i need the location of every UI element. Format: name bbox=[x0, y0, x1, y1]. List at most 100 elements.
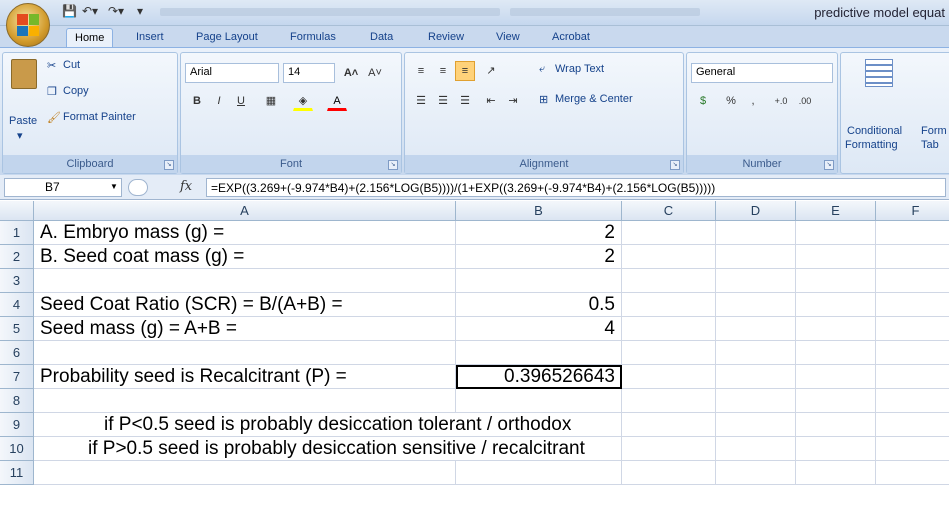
cell-empty[interactable] bbox=[876, 365, 949, 389]
cell-b[interactable]: 0.5 bbox=[456, 293, 622, 317]
cell-empty[interactable] bbox=[876, 461, 949, 485]
cell-empty[interactable] bbox=[622, 461, 716, 485]
shrink-font-icon[interactable]: A˅ bbox=[365, 63, 385, 83]
number-launcher-icon[interactable]: ↘ bbox=[824, 160, 834, 170]
row-header[interactable]: 6 bbox=[0, 341, 34, 365]
paste-button[interactable]: Paste bbox=[9, 115, 37, 127]
cell-empty[interactable] bbox=[716, 413, 796, 437]
cell-a[interactable]: B. Seed coat mass (g) = bbox=[34, 245, 456, 269]
cell-a[interactable] bbox=[34, 389, 456, 413]
row-header[interactable]: 8 bbox=[0, 389, 34, 413]
cell-empty[interactable] bbox=[622, 269, 716, 293]
tab-page-layout[interactable]: Page Layout bbox=[188, 28, 266, 48]
increase-decimal-icon[interactable]: +.0 bbox=[771, 91, 791, 111]
undo-icon[interactable]: ↶▾ bbox=[82, 4, 98, 18]
align-top-icon[interactable]: ≡ bbox=[411, 61, 431, 81]
cell-empty[interactable] bbox=[622, 413, 716, 437]
align-middle-icon[interactable]: ≡ bbox=[433, 61, 453, 81]
cell-b[interactable] bbox=[456, 341, 622, 365]
cell-empty[interactable] bbox=[716, 461, 796, 485]
save-icon[interactable]: 💾 bbox=[62, 4, 77, 18]
cell-empty[interactable] bbox=[622, 365, 716, 389]
format-as-table-button[interactable]: Form bbox=[921, 125, 947, 137]
italic-button[interactable]: I bbox=[209, 91, 229, 111]
office-button[interactable] bbox=[6, 3, 50, 47]
cell-empty[interactable] bbox=[796, 293, 876, 317]
cell-empty[interactable] bbox=[876, 269, 949, 293]
cell-empty[interactable] bbox=[622, 245, 716, 269]
redo-icon[interactable]: ↷▾ bbox=[108, 4, 124, 18]
row-header[interactable]: 10 bbox=[0, 437, 34, 461]
copy-button[interactable]: Copy bbox=[63, 85, 89, 97]
cell-b[interactable]: 4 bbox=[456, 317, 622, 341]
col-header-c[interactable]: C bbox=[622, 201, 716, 221]
increase-indent-icon[interactable]: ⇥ bbox=[503, 91, 523, 111]
tab-view[interactable]: View bbox=[488, 28, 528, 48]
row-header[interactable]: 2 bbox=[0, 245, 34, 269]
tab-home[interactable]: Home bbox=[66, 28, 114, 48]
tab-acrobat[interactable]: Acrobat bbox=[544, 28, 598, 48]
cell-empty[interactable] bbox=[876, 341, 949, 365]
row-header[interactable]: 5 bbox=[0, 317, 34, 341]
cell-empty[interactable] bbox=[796, 245, 876, 269]
percent-button[interactable]: % bbox=[721, 91, 741, 111]
cell-b[interactable] bbox=[456, 461, 622, 485]
currency-icon[interactable]: $ bbox=[693, 91, 713, 111]
cell-b[interactable] bbox=[456, 269, 622, 293]
tab-formulas[interactable]: Formulas bbox=[282, 28, 344, 48]
formula-bar-expand-icon[interactable] bbox=[128, 179, 148, 196]
cell-a[interactable]: A. Embryo mass (g) = bbox=[34, 221, 456, 245]
row-header[interactable]: 4 bbox=[0, 293, 34, 317]
format-as-table-button-2[interactable]: Tab bbox=[921, 139, 939, 151]
cut-button[interactable]: Cut bbox=[63, 59, 80, 71]
cell-empty[interactable] bbox=[796, 413, 876, 437]
select-all-corner[interactable] bbox=[0, 201, 34, 221]
cell-b[interactable]: 2 bbox=[456, 245, 622, 269]
comma-button[interactable]: , bbox=[743, 91, 763, 111]
cell-a[interactable] bbox=[34, 341, 456, 365]
cell-empty[interactable] bbox=[796, 317, 876, 341]
col-header-f[interactable]: F bbox=[876, 201, 949, 221]
col-header-a[interactable]: A bbox=[34, 201, 456, 221]
col-header-d[interactable]: D bbox=[716, 201, 796, 221]
wrap-text-button[interactable]: Wrap Text bbox=[555, 63, 604, 75]
cell-b7-selected[interactable]: 0.396526643 bbox=[456, 365, 622, 389]
font-color-icon[interactable]: A bbox=[327, 91, 347, 111]
cell-empty[interactable] bbox=[622, 221, 716, 245]
cell-empty[interactable] bbox=[716, 221, 796, 245]
formula-input[interactable]: =EXP((3.269+(-9.974*B4)+(2.156*LOG(B5)))… bbox=[206, 178, 946, 197]
row-header[interactable]: 1 bbox=[0, 221, 34, 245]
cell-empty[interactable] bbox=[876, 389, 949, 413]
cell-empty[interactable] bbox=[876, 317, 949, 341]
font-size-select[interactable]: 14 bbox=[283, 63, 335, 83]
insert-function-icon[interactable]: fx bbox=[180, 179, 192, 194]
paste-dropdown-icon[interactable]: ▾ bbox=[17, 129, 23, 142]
alignment-launcher-icon[interactable]: ↘ bbox=[670, 160, 680, 170]
tab-review[interactable]: Review bbox=[420, 28, 472, 48]
cell-empty[interactable] bbox=[876, 245, 949, 269]
cell-empty[interactable] bbox=[876, 221, 949, 245]
cell-a[interactable]: Seed mass (g) = A+B = bbox=[34, 317, 456, 341]
bold-button[interactable]: B bbox=[187, 91, 207, 111]
col-header-e[interactable]: E bbox=[796, 201, 876, 221]
cell-empty[interactable] bbox=[716, 365, 796, 389]
name-box[interactable]: B7 bbox=[4, 178, 122, 197]
cell-b[interactable]: 2 bbox=[456, 221, 622, 245]
align-right-icon[interactable]: ☰ bbox=[455, 91, 475, 111]
row-header[interactable]: 11 bbox=[0, 461, 34, 485]
cell-empty[interactable] bbox=[716, 317, 796, 341]
grow-font-icon[interactable]: A˄ bbox=[341, 63, 361, 83]
cell-b[interactable] bbox=[456, 437, 622, 461]
cell-b[interactable] bbox=[456, 413, 622, 437]
fill-color-icon[interactable]: ◈ bbox=[293, 91, 313, 111]
conditional-formatting-button[interactable]: Conditional bbox=[847, 125, 902, 137]
customize-qat-icon[interactable]: ▾ bbox=[137, 4, 143, 18]
cell-empty[interactable] bbox=[622, 437, 716, 461]
format-painter-button[interactable]: Format Painter bbox=[63, 111, 136, 123]
underline-button[interactable]: U bbox=[231, 91, 251, 111]
cell-empty[interactable] bbox=[622, 317, 716, 341]
number-format-select[interactable]: General bbox=[691, 63, 833, 83]
cell-empty[interactable] bbox=[716, 437, 796, 461]
decrease-decimal-icon[interactable]: .00 bbox=[795, 91, 815, 111]
name-box-dropdown-icon[interactable]: ▼ bbox=[110, 182, 118, 191]
